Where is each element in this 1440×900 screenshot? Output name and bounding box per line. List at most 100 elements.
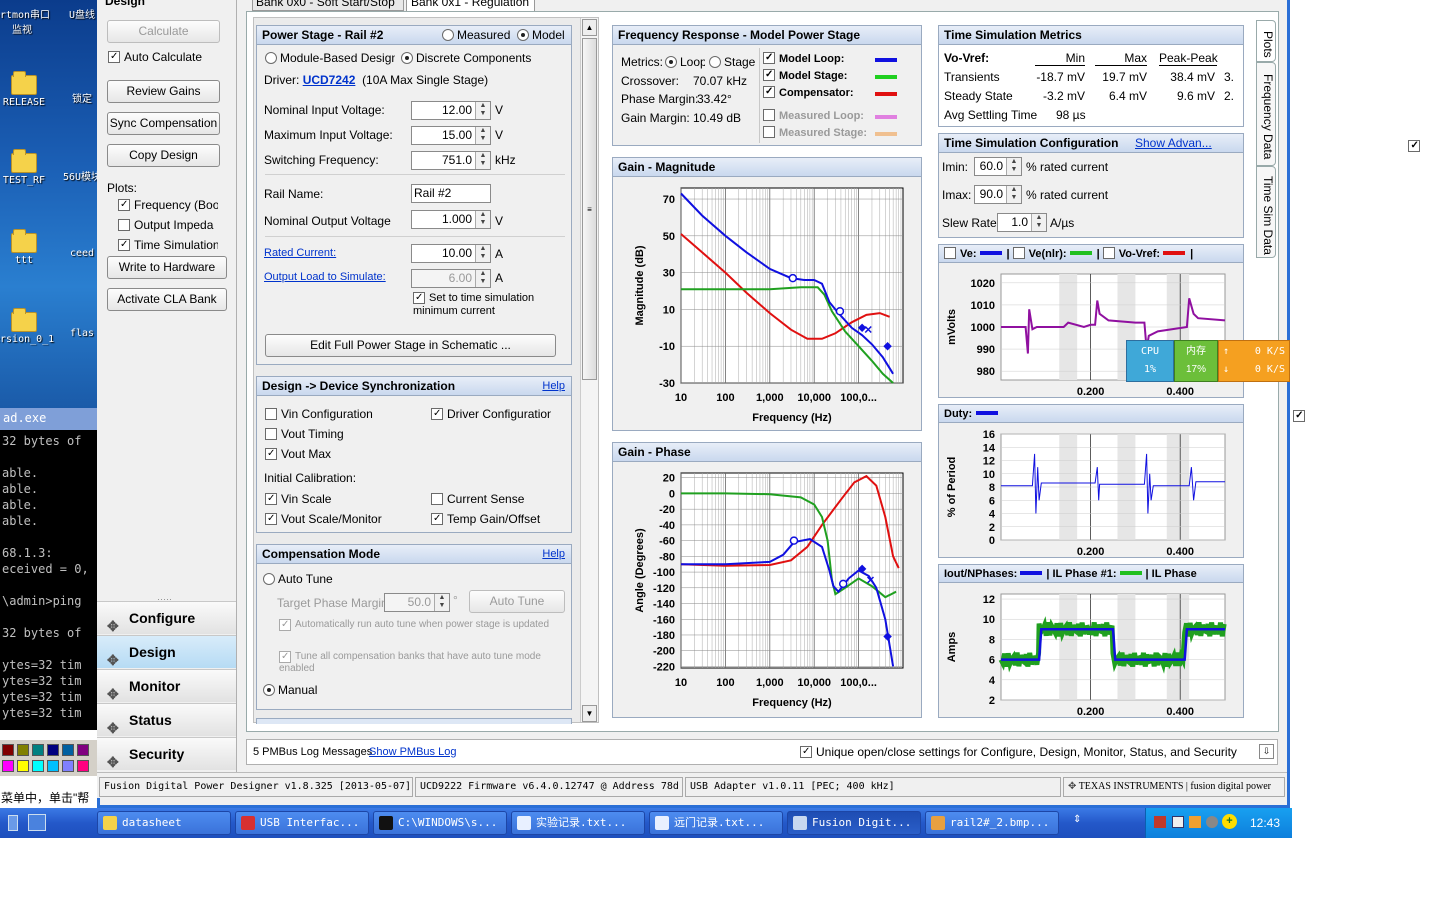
show-advanced-link[interactable]: Show Advan... — [1135, 134, 1212, 152]
desktop-icon[interactable]: ersion_0_1 — [0, 308, 54, 345]
metrics-stage-radio[interactable]: Stage — [709, 55, 755, 69]
imin-input[interactable]: 60.0 ▲ ▼ — [974, 157, 1022, 176]
cal-vin-scale-checkbox[interactable]: Vin Scale — [265, 492, 331, 506]
spin-arrows-icon[interactable]: ▲ ▼ — [475, 102, 490, 119]
system-monitor-widget[interactable]: CPU 1% 内存 17% ↑ 0 K/S ↓ 0 K/S — [1126, 340, 1290, 382]
desktop-icon[interactable]: U盘线 — [52, 6, 97, 21]
tray-add-icon[interactable]: + — [1222, 814, 1237, 829]
tray-icon[interactable] — [1206, 816, 1218, 828]
help-link[interactable]: Help — [542, 377, 565, 395]
desktop-icon[interactable]: 56U模块 — [52, 168, 97, 183]
auto-run-checkbox[interactable]: Automatically run auto tune when power s… — [279, 619, 559, 631]
spin-arrows-icon[interactable]: ▲ ▼ — [1006, 186, 1021, 203]
task-button[interactable]: C:\WINDOWS\s... — [373, 811, 507, 835]
auto-calculate-checkbox[interactable]: Auto Calculate — [108, 50, 202, 64]
duty-chart[interactable]: 1614 121086 420 0.200 0.400 % of Period — [939, 424, 1243, 557]
rated-current-link[interactable]: Rated Current: — [264, 247, 336, 259]
cal-temp-gain-checkbox[interactable]: Temp Gain/Offset — [431, 512, 540, 526]
plot-frequency-checkbox[interactable]: Frequency (Boo — [118, 198, 218, 212]
fsw-input[interactable]: 751.0 ▲ ▼ — [411, 151, 491, 170]
output-load-input[interactable]: 6.00 ▲ ▼ — [411, 269, 491, 288]
copy-design-button[interactable]: Copy Design — [107, 144, 220, 167]
spin-arrows-icon[interactable]: ▲ ▼ — [475, 245, 490, 262]
spin-arrows-icon[interactable]: ▲ ▼ — [1031, 214, 1046, 231]
spin-arrows-icon[interactable]: ▲ ▼ — [475, 270, 490, 287]
vertical-scrollbar[interactable]: ▲ ≡ ▼ — [580, 18, 598, 722]
help-link[interactable]: Help — [542, 545, 565, 563]
tray-icon[interactable] — [1172, 816, 1184, 828]
output-load-link[interactable]: Output Load to Simulate: — [264, 271, 386, 283]
taskbar-overflow-icon[interactable]: ⇕ — [1073, 814, 1081, 825]
task-button[interactable]: Fusion Digit... — [787, 811, 921, 835]
rail-name-input[interactable]: Rail #2 — [411, 184, 491, 203]
nav-design[interactable]: ✥ Design — [97, 635, 236, 668]
task-button[interactable]: 远门记录.txt... — [649, 811, 783, 835]
spin-arrows-icon[interactable]: ▲ ▼ — [475, 127, 490, 144]
quick-launch-icon[interactable] — [28, 814, 46, 831]
task-button[interactable]: 实验记录.txt... — [511, 811, 645, 835]
desktop-icon[interactable]: ortmon串口监视 — [0, 6, 52, 36]
tab-time-sim-data[interactable]: Time Sim Data — [1256, 166, 1276, 258]
max-vin-input[interactable]: 15.00 ▲ ▼ — [411, 126, 491, 145]
quick-launch-icon[interactable] — [8, 815, 18, 831]
show-pmbus-log-link[interactable]: Show PMBus Log — [369, 746, 456, 758]
target-pm-input[interactable]: 50.0 ▲ ▼ — [384, 593, 450, 612]
phase-chart[interactable]: 20 0 -20 -40 -60 -80 -100 -120 -140 -160 -180 -200 -… — [613, 463, 921, 717]
module-based-radio[interactable]: Module-Based Design — [265, 51, 395, 65]
spin-arrows-icon[interactable]: ▲ ▼ — [434, 594, 449, 611]
legend-item[interactable]: Measured Stage: — [763, 126, 867, 139]
tray-icon[interactable] — [1154, 816, 1166, 828]
legend-item[interactable]: Model Loop: — [763, 52, 844, 65]
nav-configure[interactable]: ✥ Configure — [97, 601, 236, 634]
nav-security[interactable]: ✥ Security — [97, 737, 236, 770]
measured-radio[interactable]: Measured — [442, 26, 510, 44]
write-to-hardware-button[interactable]: Write to Hardware — [107, 256, 227, 279]
rated-current-input[interactable]: 10.00 ▲ ▼ — [411, 244, 491, 263]
plot-impedance-checkbox[interactable]: Output Impeda — [118, 218, 218, 232]
calculate-button[interactable]: Calculate — [107, 20, 220, 43]
set-to-min-checkbox[interactable]: Set to time simulation minimum current — [413, 292, 553, 318]
ve-nlr-checkbox[interactable] — [1012, 247, 1025, 259]
cal-current-sense-checkbox[interactable]: Current Sense — [431, 492, 524, 506]
auto-tune-button[interactable]: Auto Tune — [469, 590, 565, 613]
nominal-vin-input[interactable]: 12.00 ▲ ▼ — [411, 101, 491, 120]
tray-icon[interactable] — [1189, 816, 1201, 828]
desktop-icon[interactable]: 锁定 — [52, 90, 97, 105]
legend-checkbox[interactable] — [763, 86, 775, 98]
task-button[interactable]: rail2#_2.bmp... — [925, 811, 1059, 835]
desktop-icon[interactable]: ttt — [0, 229, 54, 266]
legend-item[interactable]: Compensator: — [763, 86, 854, 99]
sim-config-checkbox[interactable] — [1408, 140, 1421, 152]
scroll-up-icon[interactable]: ▲ — [582, 19, 597, 36]
legend-item[interactable]: Model Stage: — [763, 69, 847, 82]
cmd-window-output[interactable]: 32 bytes of able. able. able. able. 68.1.3:… — [0, 430, 97, 730]
color-palette[interactable] — [0, 740, 97, 776]
model-radio[interactable]: Model — [517, 26, 565, 44]
spin-arrows-icon[interactable]: ▲ ▼ — [475, 152, 490, 169]
tab-frequency-data[interactable]: Frequency Data — [1256, 62, 1276, 166]
vo-vref-checkbox[interactable] — [1102, 247, 1115, 259]
task-button[interactable]: datasheet — [97, 811, 231, 835]
desktop-icon[interactable]: RELEASE — [0, 71, 54, 108]
metrics-loop-radio[interactable]: Loop — [665, 55, 705, 69]
nav-status[interactable]: ✥ Status — [97, 703, 236, 736]
legend-checkbox[interactable] — [763, 69, 775, 81]
pin-icon[interactable]: ⇩ — [1259, 744, 1274, 759]
magnitude-chart[interactable]: 70503010-10-3010 100 1,000 10,000 100,0...Fr… — [613, 178, 921, 430]
sync-vout-max-checkbox[interactable]: Vout Max — [265, 447, 331, 461]
sync-vin-config-checkbox[interactable]: Vin Configuration — [265, 407, 373, 421]
imax-input[interactable]: 90.0 ▲ ▼ — [974, 185, 1022, 204]
desktop-icon[interactable]: ceed — [52, 248, 97, 259]
manual-radio[interactable]: Manual — [263, 683, 317, 697]
plot-time-sim-checkbox[interactable]: Time Simulation — [118, 238, 218, 252]
legend-checkbox[interactable] — [763, 52, 775, 64]
sync-compensation-button[interactable]: Sync Compensation — [107, 112, 220, 135]
tune-all-checkbox[interactable]: Tune all compensation banks that have au… — [279, 651, 559, 675]
vout-input[interactable]: 1.000 ▲ ▼ — [411, 210, 491, 229]
auto-tune-radio[interactable]: Auto Tune — [263, 572, 333, 586]
review-gains-button[interactable]: Review Gains — [107, 80, 220, 103]
tab-plots[interactable]: Plots — [1256, 20, 1276, 62]
ve-checkbox[interactable] — [944, 247, 956, 259]
scroll-down-icon[interactable]: ▼ — [582, 705, 597, 722]
sync-driver-config-checkbox[interactable]: Driver Configuration — [431, 407, 551, 421]
